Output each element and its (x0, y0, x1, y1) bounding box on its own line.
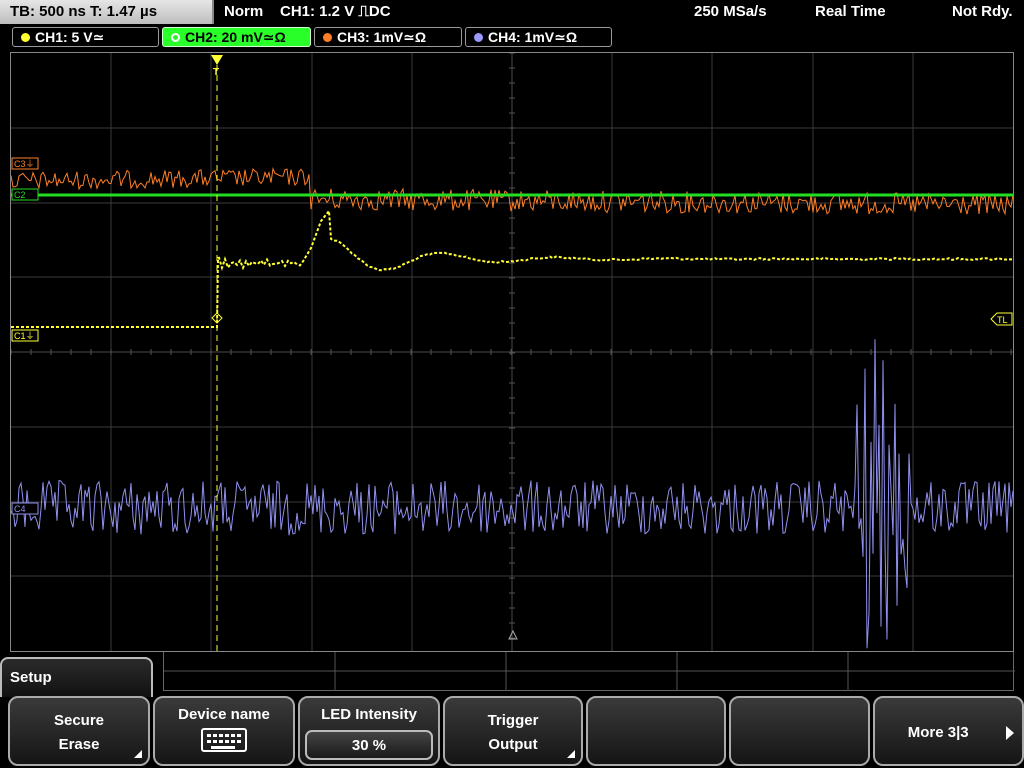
led-intensity-value[interactable]: 30 % (305, 730, 433, 760)
softkey-label: LED Intensity (321, 706, 417, 723)
empty-softkey-5[interactable] (586, 696, 726, 766)
acquisition-mode: Real Time (815, 3, 886, 20)
empty-softkey-6[interactable] (729, 696, 870, 766)
submenu-indicator-icon (567, 750, 575, 758)
c4-marker-label: C4 (14, 504, 26, 514)
acquisition-state: Not Rdy. (952, 3, 1013, 20)
secure-erase-button[interactable]: Secure Erase (8, 696, 150, 766)
channel-tab-ch3[interactable]: CH3: 1mV≃Ω (314, 27, 462, 47)
graticule-center-ticks (11, 53, 1012, 639)
ch3-color-dot (323, 33, 332, 42)
softkey-label: Erase (58, 736, 100, 753)
channel-label: CH3: 1mV≃Ω (337, 29, 427, 45)
softkey-label: Secure (53, 712, 105, 729)
keyboard-icon (201, 728, 247, 752)
status-bar: TB: 500 ns T: 1.47 µs Norm CH1: 1.2 V ⎍D… (0, 0, 1024, 24)
channel-label: CH2: 20 mV≃Ω (185, 29, 286, 45)
menu-title-tab[interactable]: Setup (0, 657, 153, 697)
channel-label: CH4: 1mV≃Ω (488, 29, 578, 45)
c1-marker-label: C1⏚ (14, 331, 35, 341)
channel-tab-ch2[interactable]: CH2: 20 mV≃Ω (162, 27, 311, 47)
ch4-color-dot (474, 33, 483, 42)
sample-rate: 250 MSa/s (694, 3, 767, 20)
submenu-indicator-icon (134, 750, 142, 758)
c2-marker-label: C2 (14, 190, 26, 200)
trigger-level-label: TL (997, 315, 1008, 325)
lower-info-strip (163, 652, 1015, 691)
trigger-position-marker[interactable] (211, 55, 223, 65)
softkey-bar: Secure Erase Device name LED Intensity 3… (0, 696, 1024, 768)
trigger-marker-label: T (213, 67, 219, 78)
channel-label: CH1: 5 V≃ (35, 29, 105, 45)
timebase-display[interactable]: TB: 500 ns T: 1.47 µs (0, 0, 214, 24)
channel-tab-ch4[interactable]: CH4: 1mV≃Ω (465, 27, 612, 47)
led-intensity-button[interactable]: LED Intensity 30 % (298, 696, 440, 766)
c3-marker-label: C3⏚ (14, 159, 35, 169)
device-name-button[interactable]: Device name (153, 696, 295, 766)
trigger-mode[interactable]: Norm (224, 3, 263, 20)
softkey-label: Device name (178, 706, 270, 723)
waveform-canvas: T C3⏚ C2 C1⏚ C4 TL (11, 53, 1013, 651)
ch1-color-dot (21, 33, 30, 42)
trigger-info[interactable]: CH1: 1.2 V ⎍DC (280, 3, 391, 20)
softkey-label: More 3|3 (907, 724, 969, 741)
more-button[interactable]: More 3|3 (873, 696, 1024, 766)
channel-tabs: CH1: 5 V≃ CH2: 20 mV≃Ω CH3: 1mV≃Ω CH4: 1… (0, 26, 1024, 48)
waveform-display[interactable]: T C3⏚ C2 C1⏚ C4 TL (10, 52, 1014, 652)
softkey-label: Output (488, 736, 538, 753)
oscilloscope-screen: TB: 500 ns T: 1.47 µs Norm CH1: 1.2 V ⎍D… (0, 0, 1024, 768)
softkey-label: Trigger (487, 712, 539, 729)
trigger-output-button[interactable]: Trigger Output (443, 696, 583, 766)
arrow-right-icon (1006, 726, 1014, 740)
ch2-color-dot (171, 33, 180, 42)
lower-strip-grid (164, 652, 1015, 691)
channel-tab-ch1[interactable]: CH1: 5 V≃ (12, 27, 159, 47)
